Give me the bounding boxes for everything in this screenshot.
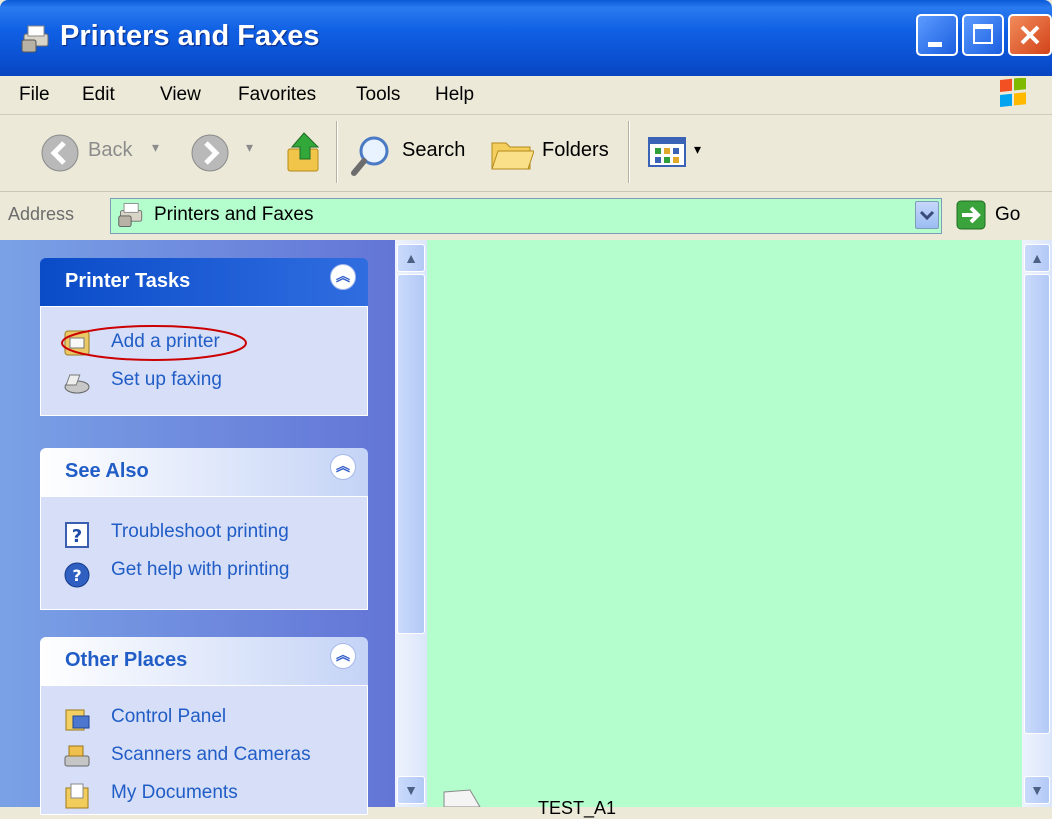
- address-label: Address: [8, 204, 75, 224]
- printer-fax-icon: [118, 203, 143, 227]
- help-icon: ?: [64, 562, 90, 588]
- printer-tasks-title: Printer Tasks: [65, 270, 191, 292]
- search-button[interactable]: Search: [402, 139, 465, 162]
- chevron-down-icon: [919, 210, 935, 221]
- get-help-printing-link[interactable]: Get help with printing: [111, 559, 290, 581]
- see-also-body: ? Troubleshoot printing ? Get help with …: [40, 496, 368, 610]
- collapse-icon[interactable]: ︽: [330, 264, 356, 290]
- scroll-thumb[interactable]: [397, 274, 425, 634]
- forward-arrow-icon[interactable]: [190, 133, 230, 173]
- other-places-header[interactable]: Other Places ︽: [40, 637, 368, 685]
- search-icon[interactable]: [350, 133, 394, 177]
- folders-button[interactable]: Folders: [542, 139, 609, 162]
- menu-edit[interactable]: Edit: [82, 84, 115, 106]
- menu-tools[interactable]: Tools: [356, 84, 400, 106]
- svg-text:?: ?: [72, 566, 81, 585]
- scroll-up-button[interactable]: ▲: [1024, 244, 1050, 272]
- windows-logo-icon: [1000, 78, 1026, 107]
- documents-icon: [65, 783, 89, 809]
- printer-fax-icon: [21, 25, 49, 53]
- scanners-cameras-link[interactable]: Scanners and Cameras: [111, 744, 311, 766]
- back-arrow-icon[interactable]: [40, 133, 80, 173]
- minimize-button[interactable]: [916, 14, 958, 56]
- menu-favorites[interactable]: Favorites: [238, 84, 316, 106]
- maximize-button[interactable]: [962, 14, 1004, 56]
- toolbar: Back ▾ ▾ Search Folders ▾: [0, 115, 1052, 192]
- scroll-thumb[interactable]: [1024, 274, 1050, 734]
- address-dropdown-button[interactable]: [915, 201, 939, 229]
- menu-file[interactable]: File: [19, 84, 50, 106]
- back-button[interactable]: Back: [88, 139, 132, 162]
- troubleshoot-icon: ?: [65, 522, 89, 548]
- go-button[interactable]: Go: [995, 204, 1020, 226]
- forward-dropdown-icon[interactable]: ▾: [246, 139, 253, 156]
- go-arrow-icon[interactable]: [956, 200, 986, 230]
- menu-help[interactable]: Help: [435, 84, 474, 106]
- menu-bar: File Edit View Favorites Tools Help: [0, 76, 1052, 115]
- other-places-title: Other Places: [65, 649, 188, 671]
- menu-view[interactable]: View: [160, 84, 201, 106]
- my-documents-link[interactable]: My Documents: [111, 782, 238, 804]
- views-dropdown-icon[interactable]: ▾: [694, 141, 701, 158]
- troubleshoot-printing-link[interactable]: Troubleshoot printing: [111, 521, 289, 543]
- task-pane-scrollbar[interactable]: ▲ ▼: [395, 240, 427, 807]
- toolbar-separator: [628, 121, 630, 183]
- control-panel-link[interactable]: Control Panel: [111, 706, 226, 728]
- set-up-faxing-link[interactable]: Set up faxing: [111, 369, 222, 391]
- see-also-header[interactable]: See Also ︽: [40, 448, 368, 496]
- svg-text:?: ?: [72, 526, 82, 547]
- other-places-body: Control Panel Scanners and Cameras My Do…: [40, 685, 368, 815]
- views-icon[interactable]: [648, 137, 688, 169]
- fax-icon: [64, 374, 90, 394]
- collapse-icon[interactable]: ︽: [330, 643, 356, 669]
- close-icon: [1020, 25, 1040, 45]
- address-value: Printers and Faxes: [154, 204, 314, 225]
- collapse-icon[interactable]: ︽: [330, 454, 356, 480]
- scroll-up-button[interactable]: ▲: [397, 244, 425, 272]
- scroll-down-button[interactable]: ▼: [397, 776, 425, 804]
- content-area[interactable]: [427, 240, 1022, 807]
- folders-icon[interactable]: [490, 133, 534, 173]
- printer-tasks-header[interactable]: Printer Tasks ︽: [40, 258, 368, 306]
- printer-icon[interactable]: [440, 788, 494, 807]
- control-panel-icon: [65, 709, 90, 731]
- back-dropdown-icon[interactable]: ▾: [152, 139, 159, 156]
- close-button[interactable]: [1008, 14, 1052, 56]
- printer-tasks-body: Add a printer Set up faxing: [40, 306, 368, 416]
- scroll-down-button[interactable]: ▼: [1024, 776, 1050, 804]
- printer-item-label[interactable]: TEST_A1: [538, 798, 616, 819]
- add-printer-link[interactable]: Add a printer: [111, 331, 220, 353]
- scanner-icon: [64, 745, 90, 767]
- toolbar-separator: [336, 121, 338, 183]
- see-also-title: See Also: [65, 460, 149, 482]
- task-pane: Printer Tasks ︽ Add a printer Set up fax…: [0, 240, 395, 815]
- content-scrollbar[interactable]: ▲ ▼: [1022, 240, 1052, 807]
- window-title: Printers and Faxes: [60, 20, 320, 52]
- up-folder-icon[interactable]: [284, 129, 326, 175]
